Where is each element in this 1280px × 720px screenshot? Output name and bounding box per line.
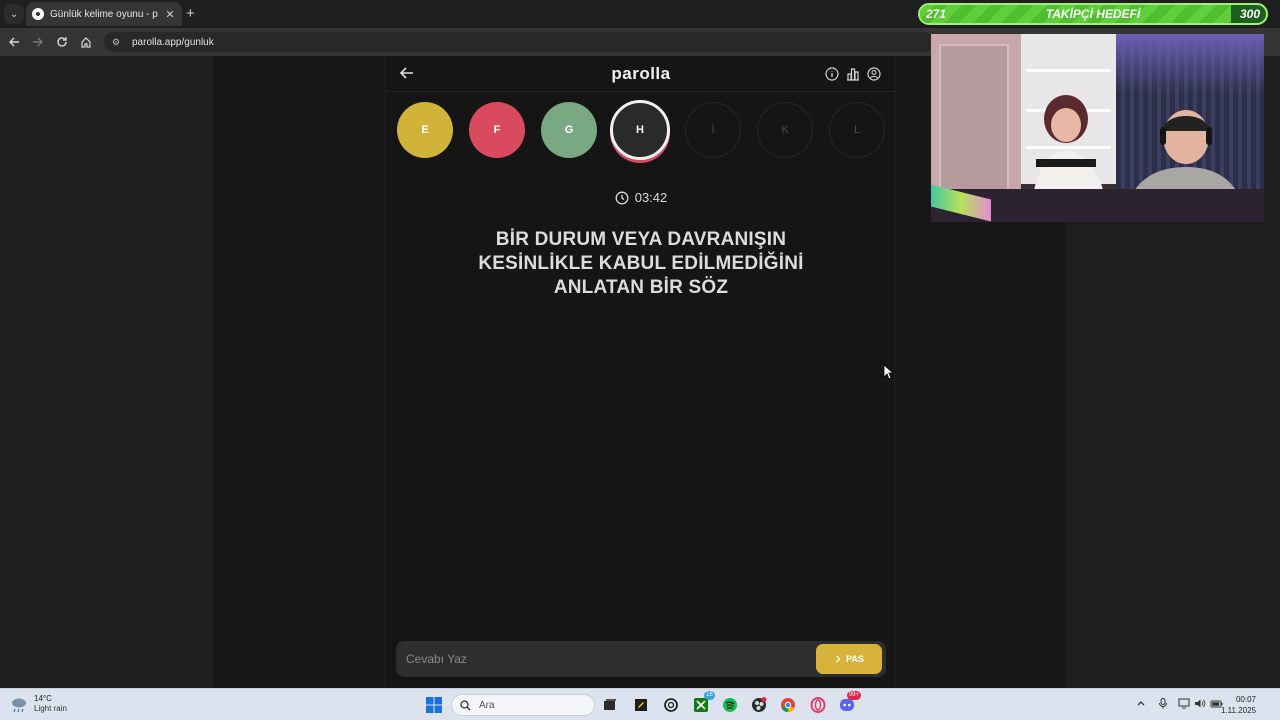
letter-circle-i: İ [685, 102, 741, 158]
windows-start-icon[interactable] [424, 695, 444, 715]
stats-icon[interactable] [846, 67, 860, 81]
tab-search-button[interactable]: ⌄ [4, 4, 24, 24]
profile-icon[interactable] [867, 67, 881, 81]
letter-circle-g: G [541, 102, 597, 158]
search-label: Ara [479, 699, 495, 711]
windows-taskbar: 14°C Light rain Ara 16 99+ 00:07 1.11.20… [0, 688, 1280, 720]
discord-badge: 99+ [846, 691, 861, 700]
goal-target: 300 [1239, 7, 1260, 21]
site-info-icon[interactable]: ⚙ [112, 37, 122, 47]
discord-icon[interactable]: 99+ [837, 691, 861, 715]
info-icon[interactable] [825, 67, 839, 81]
task-view-icon[interactable] [600, 695, 620, 715]
answer-input[interactable] [396, 641, 811, 677]
site-logo[interactable]: parolla [386, 64, 896, 84]
weather-temp: 14°C [34, 694, 52, 703]
question-text: BİR DURUM VEYA DAVRANIŞIN KESİNLİKLE KAB… [478, 229, 804, 298]
timer-value: 03:42 [634, 190, 668, 205]
letter-circle-f: F [469, 102, 525, 158]
game-header: parolla [386, 56, 896, 92]
clock-date: 1.11.2025 [1221, 706, 1256, 715]
pass-label: PAS [846, 654, 864, 664]
tab-close-icon[interactable]: ✕ [164, 8, 176, 21]
network-icon[interactable] [1178, 698, 1190, 712]
chatgpt-icon[interactable] [661, 695, 681, 715]
forward-icon[interactable] [30, 34, 46, 50]
mouse-cursor-icon [883, 364, 893, 380]
tab-title: Günlük kelime oyunu - parolla [50, 8, 158, 20]
sticky-notes-icon[interactable] [631, 695, 651, 715]
game-container: parolla E F G H İ K L 03:42 BİR DURUM VE… [385, 56, 896, 688]
clock-icon [615, 191, 629, 204]
rain-cloud-icon [12, 698, 26, 713]
reload-icon[interactable] [54, 34, 70, 50]
back-icon[interactable] [6, 34, 22, 50]
taskbar-search[interactable]: Ara [451, 694, 595, 716]
obs-icon[interactable] [749, 695, 769, 715]
pass-button[interactable]: PAS [816, 644, 882, 674]
opera-icon[interactable] [808, 695, 828, 715]
search-icon [460, 699, 471, 710]
new-tab-button[interactable]: + [186, 5, 195, 22]
parolla-favicon-icon [32, 8, 44, 20]
weather-widget[interactable]: 14°C Light rain [10, 694, 67, 714]
xbox-badge: 16 [704, 691, 715, 700]
spotify-icon[interactable] [720, 695, 740, 715]
chevron-right-icon [836, 655, 841, 663]
home-icon[interactable] [78, 34, 94, 50]
answer-bar: PAS [396, 641, 886, 677]
letter-circle-l: L [829, 102, 885, 158]
address-bar[interactable]: ⚙ parolla.app/gunluk [104, 32, 934, 52]
system-clock[interactable]: 00:07 1.11.2025 [1221, 694, 1256, 716]
microphone-icon[interactable] [1158, 698, 1168, 712]
tray-overflow-icon[interactable] [1136, 698, 1146, 711]
letter-circle-h-active: H [610, 100, 670, 160]
xbox-icon[interactable]: 16 [691, 691, 715, 715]
webcam-feed [931, 34, 1264, 222]
weather-desc: Light rain [34, 704, 67, 713]
volume-icon[interactable] [1194, 698, 1206, 712]
letter-circle-e: E [397, 102, 453, 158]
browser-tab[interactable]: Günlük kelime oyunu - parolla ✕ [26, 2, 182, 26]
letter-track: E F G H İ K L [396, 100, 886, 164]
timer: 03:42 [386, 190, 896, 205]
address-url: parolla.app/gunluk [132, 36, 214, 48]
follower-goal-bar: 271 TAKİPÇİ HEDEFİ 300 [918, 3, 1268, 25]
goal-title: TAKİPÇİ HEDEFİ [1045, 7, 1141, 21]
chrome-icon[interactable] [778, 695, 798, 715]
letter-circle-k: K [757, 102, 813, 158]
left-gutter [0, 56, 213, 688]
clock-time: 00:07 [1235, 695, 1256, 704]
